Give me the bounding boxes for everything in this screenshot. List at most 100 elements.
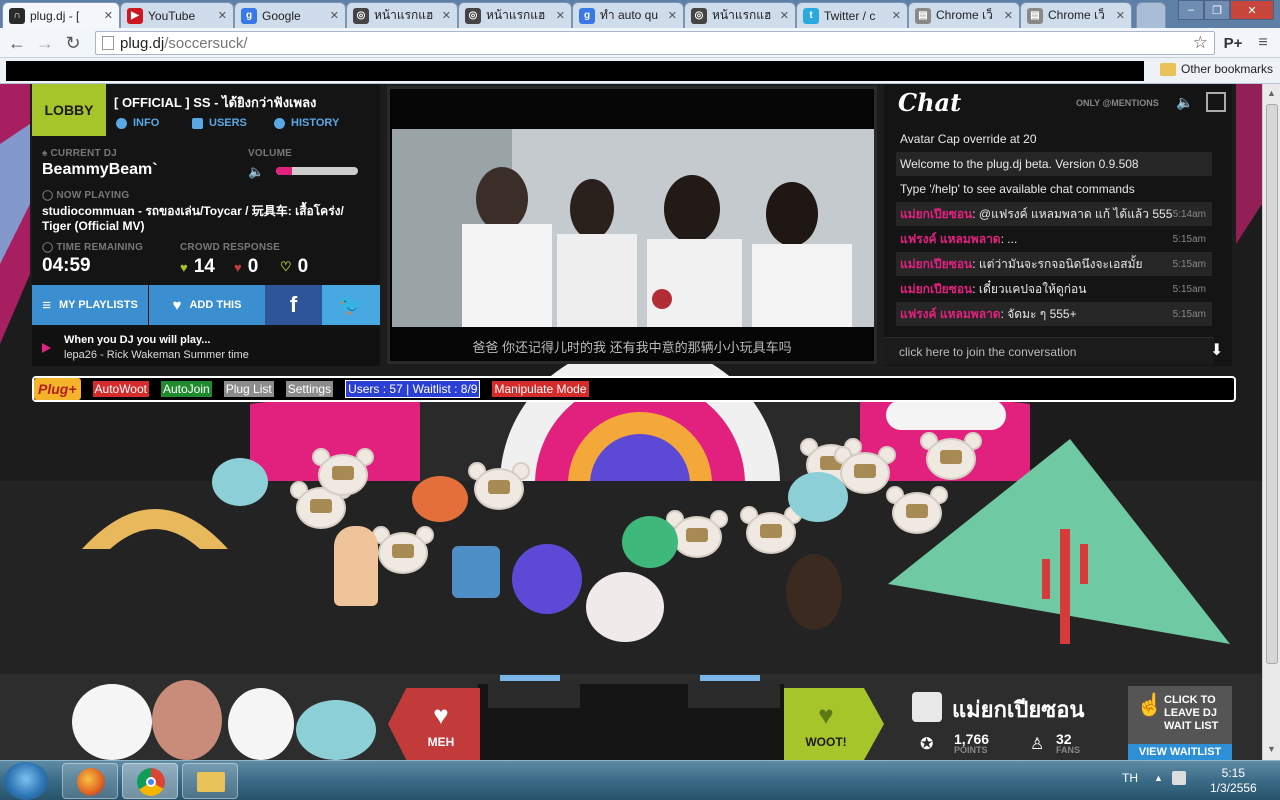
woot-button[interactable]: ♥ WOOT! [784, 688, 884, 760]
chat-username[interactable]: แฟรงค์ แหลมพลาด [900, 232, 1001, 246]
users-icon [192, 117, 203, 129]
autowoot-button[interactable]: AutoWoot [92, 381, 149, 397]
only-mentions-toggle[interactable]: ONLY @MENTIONS [1076, 98, 1159, 108]
network-icon[interactable] [1172, 771, 1186, 785]
audience-avatar[interactable] [372, 524, 434, 580]
browser-tab-youtube[interactable]: ▶ YouTube ✕ [120, 2, 234, 28]
google-plus-icon[interactable]: P+ [1220, 32, 1246, 54]
close-tab-icon[interactable]: ✕ [668, 9, 677, 22]
browser-tab-google-search[interactable]: g ทำ auto qu ✕ [572, 2, 684, 28]
view-waitlist-button[interactable]: VIEW WAITLIST [1128, 744, 1232, 760]
bookmark-star-icon[interactable]: ☆ [1193, 33, 1208, 53]
audience-avatar[interactable] [788, 472, 848, 522]
browser-tab-twitter[interactable]: t Twitter / c ✕ [796, 2, 908, 28]
audience-avatar[interactable] [334, 526, 378, 606]
speaker-icon[interactable]: 🔈 [248, 164, 266, 179]
chat-username[interactable]: แฟรงค์ แหลมพลาด [900, 307, 1001, 321]
browser-tab-forum-3[interactable]: ◎ หน้าแรกแฮ ✕ [684, 2, 796, 28]
firefox-taskbar-icon[interactable] [62, 763, 118, 799]
chat-input[interactable]: click here to join the conversation [884, 337, 1214, 365]
now-playing-title: studiocommuan - รถของเล่น/Toycar / 玩具车: … [42, 204, 344, 233]
my-playlists-button[interactable]: ≡ MY PLAYLISTS [32, 285, 148, 325]
audience-avatar[interactable] [468, 460, 530, 516]
plug-list-button[interactable]: Plug List [223, 381, 274, 397]
page-icon [102, 36, 114, 50]
chat-username[interactable]: แม่ยกเปียซอน [900, 257, 972, 271]
audience-avatar[interactable] [740, 504, 802, 560]
explorer-taskbar-icon[interactable] [182, 763, 238, 799]
browser-tab-chrome-1[interactable]: ▤ Chrome เว็ ✕ [908, 2, 1020, 28]
address-bar[interactable]: plug.dj/soccersuck/ ☆ [95, 31, 1215, 55]
close-tab-icon[interactable]: ✕ [330, 9, 339, 22]
scroll-up-icon[interactable]: ▲ [1267, 88, 1276, 98]
users-link[interactable]: USERS [192, 117, 247, 129]
close-tab-icon[interactable]: ✕ [104, 9, 113, 22]
volume-slider[interactable] [276, 167, 358, 175]
chrome-taskbar-icon[interactable] [122, 763, 178, 799]
autojoin-button[interactable]: AutoJoin [161, 381, 212, 397]
play-arrow-icon [42, 343, 51, 353]
scroll-down-arrow-icon[interactable]: ⬇ [1210, 340, 1223, 360]
audience-avatar[interactable] [212, 458, 268, 506]
add-this-button[interactable]: ♥ ADD THIS [149, 285, 265, 325]
audience-avatar[interactable] [622, 516, 678, 568]
browser-tab-forum-2[interactable]: ◎ หน้าแรกแฮ ✕ [458, 2, 572, 28]
scrollbar-thumb[interactable] [1266, 104, 1278, 664]
history-link[interactable]: HISTORY [274, 117, 339, 129]
back-icon[interactable]: ← [6, 32, 28, 54]
minimize-icon[interactable]: – [1178, 0, 1204, 20]
info-link[interactable]: INFO [116, 117, 159, 129]
facebook-share-button[interactable]: f [265, 285, 322, 325]
manipulate-mode-button[interactable]: Manipulate Mode [492, 381, 589, 397]
foreground-avatar [296, 700, 376, 760]
audience-avatar[interactable] [886, 484, 948, 540]
current-dj-avatar[interactable] [586, 572, 664, 642]
audience-avatar[interactable] [512, 544, 582, 614]
chat-username[interactable]: แม่ยกเปียซอน [900, 282, 972, 296]
other-bookmarks-button[interactable]: Other bookmarks [1160, 62, 1273, 76]
close-window-icon[interactable]: ✕ [1230, 0, 1274, 20]
robot-avatar[interactable] [452, 546, 500, 598]
browser-tab-forum-1[interactable]: ◎ หน้าแรกแฮ ✕ [346, 2, 458, 28]
close-tab-icon[interactable]: ✕ [442, 9, 451, 22]
show-hidden-icons-icon[interactable]: ▲ [1154, 773, 1163, 783]
browser-tab-plugdj[interactable]: ∩ plug.dj - [ ✕ [2, 2, 120, 28]
language-indicator[interactable]: TH [1122, 771, 1138, 785]
lobby-button[interactable]: LOBBY [32, 84, 106, 136]
plugplus-toolbar: Plug+ AutoWoot AutoJoin Plug List Settin… [32, 376, 1236, 402]
taskbar-clock[interactable]: 5:15 1/3/2556 [1210, 766, 1257, 796]
audience-avatar[interactable] [412, 476, 468, 522]
menu-icon[interactable]: ≡ [1252, 32, 1274, 54]
chat-username[interactable]: แม่ยกเปียซอน [900, 207, 972, 221]
new-tab-button[interactable] [1136, 2, 1166, 28]
popout-chat-icon[interactable] [1206, 92, 1226, 112]
chat-sound-icon[interactable]: 🔈 [1176, 94, 1193, 111]
current-dj-name: BeammyBeam` [42, 161, 158, 178]
audience-avatar[interactable] [312, 446, 374, 502]
leave-waitlist-button[interactable]: ☝ CLICK TO LEAVE DJ WAIT LIST [1128, 686, 1232, 744]
reload-icon[interactable]: ↻ [62, 32, 84, 54]
settings-button[interactable]: Settings [285, 381, 334, 397]
users-waitlist-status[interactable]: Users : 57 | Waitlist : 8/9 [345, 380, 481, 398]
audience-avatar[interactable] [920, 430, 982, 486]
video-player[interactable]: 爸爸 你还记得儿时的我 还有我中意的那辆小小玩具车吗 [387, 86, 877, 364]
close-tab-icon[interactable]: ✕ [780, 9, 789, 22]
close-tab-icon[interactable]: ✕ [1116, 9, 1125, 22]
forward-icon[interactable]: → [34, 32, 56, 54]
page-scrollbar[interactable]: ▲ ▼ [1262, 84, 1280, 760]
meh-button[interactable]: ♥ MEH [388, 688, 480, 760]
close-tab-icon[interactable]: ✕ [1004, 9, 1013, 22]
audience-avatar[interactable] [786, 554, 842, 630]
close-tab-icon[interactable]: ✕ [556, 9, 565, 22]
users-link-label: USERS [209, 117, 247, 129]
restore-icon[interactable]: ❐ [1204, 0, 1230, 20]
browser-tab-google[interactable]: g Google ✕ [234, 2, 346, 28]
start-button[interactable] [4, 762, 48, 800]
meh-heart-icon: ♥ [234, 259, 242, 275]
twitter-share-button[interactable]: 🐦 [322, 285, 380, 325]
forum-icon: ◎ [691, 7, 707, 24]
close-tab-icon[interactable]: ✕ [218, 9, 227, 22]
scroll-down-icon[interactable]: ▼ [1267, 744, 1276, 754]
close-tab-icon[interactable]: ✕ [892, 9, 901, 22]
browser-tab-chrome-2[interactable]: ▤ Chrome เว็ ✕ [1020, 2, 1132, 28]
